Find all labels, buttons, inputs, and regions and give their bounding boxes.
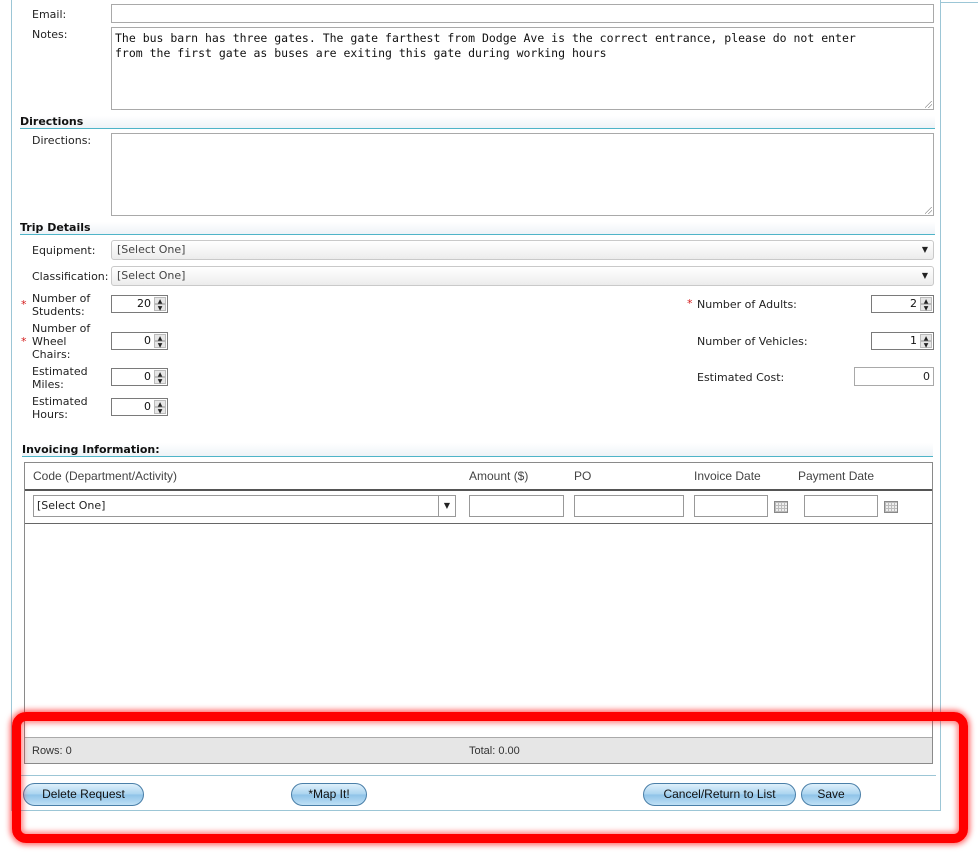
required-marker: *	[687, 297, 693, 310]
wheelchairs-label: Number of Wheel Chairs:	[32, 322, 91, 361]
notes-label: Notes:	[32, 28, 68, 41]
stepper-down-icon[interactable]: ▼	[920, 341, 932, 349]
hours-stepper[interactable]: 0 ▲ ▼	[111, 398, 168, 416]
notes-text: The bus barn has three gates. The gate f…	[115, 31, 856, 60]
directions-section-header: Directions	[20, 116, 935, 129]
column-header-amount[interactable]: Amount ($)	[469, 469, 528, 483]
code-filter-select[interactable]: [Select One] ▼	[33, 495, 456, 517]
total-amount: Total: 0.00	[469, 745, 520, 757]
vehicles-label: Number of Vehicles:	[697, 335, 808, 348]
equipment-label: Equipment:	[32, 244, 96, 257]
miles-label: Estimated Miles:	[32, 365, 88, 391]
rows-count: Rows: 0	[32, 745, 72, 757]
hours-label: Estimated Hours:	[32, 395, 88, 421]
grid-filter-row: [Select One] ▼	[25, 491, 932, 524]
po-filter-input[interactable]	[574, 495, 684, 517]
students-label: Number of Students:	[32, 292, 91, 318]
stepper-down-icon[interactable]: ▼	[154, 377, 166, 385]
stepper-down-icon[interactable]: ▼	[154, 341, 166, 349]
required-marker: *	[21, 335, 27, 348]
column-header-payment-date[interactable]: Payment Date	[798, 469, 874, 483]
students-stepper[interactable]: 20 ▲ ▼	[111, 295, 168, 313]
stepper-up-icon[interactable]: ▲	[920, 334, 932, 342]
stepper-up-icon[interactable]: ▲	[154, 400, 166, 408]
calendar-icon[interactable]	[884, 501, 898, 513]
resize-grip-icon[interactable]	[925, 101, 932, 108]
stepper-up-icon[interactable]: ▲	[154, 334, 166, 342]
column-header-invoice-date[interactable]: Invoice Date	[694, 469, 761, 483]
classification-label: Classification:	[32, 270, 109, 283]
stepper-down-icon[interactable]: ▼	[154, 407, 166, 415]
invoice-date-filter-input[interactable]	[694, 495, 768, 517]
classification-select[interactable]: [Select One] ▼	[111, 266, 934, 286]
invoicing-section-header: Invoicing Information:	[22, 443, 933, 457]
amount-filter-input[interactable]	[469, 495, 564, 517]
column-header-po[interactable]: PO	[574, 469, 591, 483]
map-it-button[interactable]: *Map It!	[291, 783, 367, 806]
grid-footer: Rows: 0 Total: 0.00	[25, 737, 932, 763]
dropdown-arrow-icon: ▼	[438, 496, 455, 516]
stepper-up-icon[interactable]: ▲	[154, 370, 166, 378]
delete-request-button[interactable]: Delete Request	[23, 783, 144, 806]
dropdown-arrow-icon: ▼	[921, 245, 928, 254]
email-input[interactable]	[111, 4, 934, 23]
directions-label: Directions:	[32, 134, 92, 147]
adults-label: Number of Adults:	[697, 298, 797, 311]
directions-textarea[interactable]	[111, 133, 934, 216]
save-button[interactable]: Save	[801, 783, 861, 806]
column-header-code[interactable]: Code (Department/Activity)	[33, 469, 177, 483]
dropdown-arrow-icon: ▼	[921, 271, 928, 280]
cost-input[interactable]: 0	[854, 367, 934, 386]
grid-header-row: Code (Department/Activity) Amount ($) PO…	[25, 463, 932, 491]
invoicing-grid: Code (Department/Activity) Amount ($) PO…	[24, 462, 933, 764]
vehicles-stepper[interactable]: 1 ▲ ▼	[871, 332, 934, 350]
resize-grip-icon[interactable]	[925, 207, 932, 214]
wheelchairs-stepper[interactable]: 0 ▲ ▼	[111, 332, 168, 350]
stepper-up-icon[interactable]: ▲	[154, 297, 166, 305]
stepper-down-icon[interactable]: ▼	[920, 304, 932, 312]
miles-stepper[interactable]: 0 ▲ ▼	[111, 368, 168, 386]
trip-details-section-header: Trip Details	[20, 222, 935, 235]
cost-label: Estimated Cost:	[697, 371, 785, 384]
actions-divider	[20, 775, 936, 776]
payment-date-filter-input[interactable]	[804, 495, 878, 517]
stepper-up-icon[interactable]: ▲	[920, 297, 932, 305]
email-label: Email:	[32, 8, 67, 21]
adults-stepper[interactable]: 2 ▲ ▼	[871, 295, 934, 313]
notes-textarea[interactable]: The bus barn has three gates. The gate f…	[111, 27, 934, 110]
stepper-down-icon[interactable]: ▼	[154, 304, 166, 312]
required-marker: *	[21, 298, 27, 311]
equipment-select[interactable]: [Select One] ▼	[111, 240, 934, 260]
top-edge-line	[939, 2, 978, 3]
calendar-icon[interactable]	[774, 501, 788, 513]
cancel-return-button[interactable]: Cancel/Return to List	[643, 783, 796, 806]
